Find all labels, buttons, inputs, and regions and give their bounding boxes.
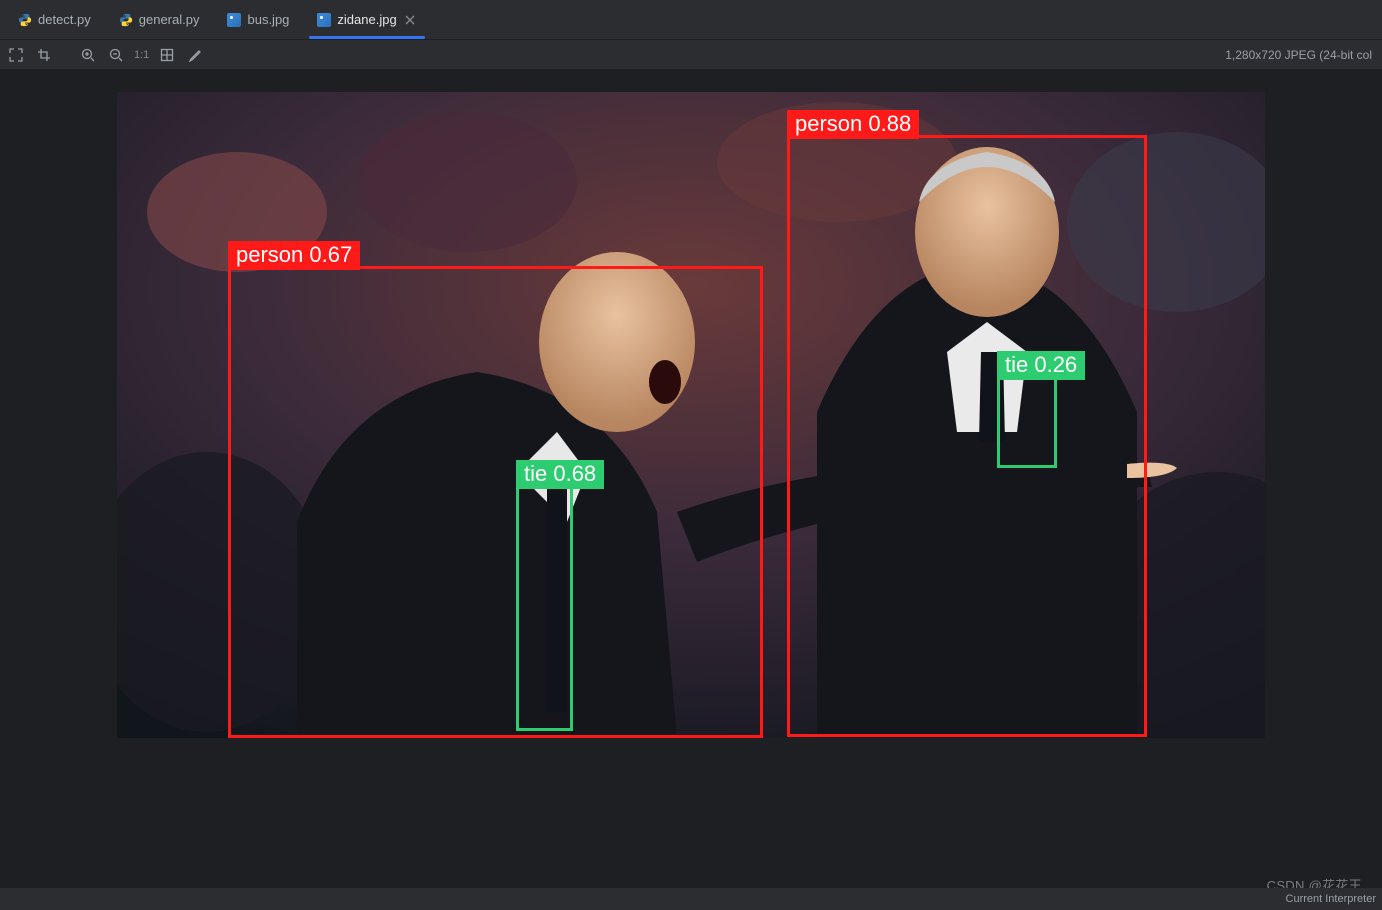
bbox-label: person 0.88 (787, 110, 919, 139)
tab-label: zidane.jpg (337, 12, 396, 27)
crop-icon[interactable] (34, 45, 54, 65)
close-icon[interactable] (403, 13, 417, 27)
tab-detect-py[interactable]: detect.py (4, 0, 105, 39)
python-icon (119, 13, 133, 27)
tab-label: detect.py (38, 12, 91, 27)
zoom-in-icon[interactable] (78, 45, 98, 65)
zoom-ratio-label: 1:1 (134, 49, 149, 61)
zoom-out-icon[interactable] (106, 45, 126, 65)
bbox-label: person 0.67 (228, 241, 360, 270)
tab-zidane-jpg[interactable]: zidane.jpg (303, 0, 430, 39)
image-toolbar: 1:1 1,280x720 JPEG (24-bit col (0, 40, 1382, 70)
statusbar: Current Interpreter (0, 888, 1382, 910)
grid-icon[interactable] (157, 45, 177, 65)
tab-general-py[interactable]: general.py (105, 0, 214, 39)
interpreter-label[interactable]: Current Interpreter (1286, 893, 1376, 905)
tab-label: bus.jpg (247, 12, 289, 27)
image-info-text: 1,280x720 JPEG (24-bit col (1225, 48, 1376, 62)
image-viewport: person 0.67person 0.88tie 0.68tie 0.26 (0, 70, 1382, 890)
bbox-person: person 0.88 (787, 135, 1147, 737)
bbox-label: tie 0.68 (516, 460, 604, 489)
editor-tabstrip: detect.py general.py bus.jpg zidane.jpg (0, 0, 1382, 40)
image-canvas[interactable]: person 0.67person 0.88tie 0.68tie 0.26 (117, 92, 1265, 738)
color-picker-icon[interactable] (185, 45, 205, 65)
image-icon (317, 13, 331, 27)
fit-screen-icon[interactable] (6, 45, 26, 65)
bbox-tie: tie 0.68 (516, 485, 573, 731)
bbox-label: tie 0.26 (997, 351, 1085, 380)
image-icon (227, 13, 241, 27)
bbox-tie: tie 0.26 (997, 376, 1057, 468)
python-icon (18, 13, 32, 27)
bbox-person: person 0.67 (228, 266, 763, 738)
tab-bus-jpg[interactable]: bus.jpg (213, 0, 303, 39)
tab-label: general.py (139, 12, 200, 27)
